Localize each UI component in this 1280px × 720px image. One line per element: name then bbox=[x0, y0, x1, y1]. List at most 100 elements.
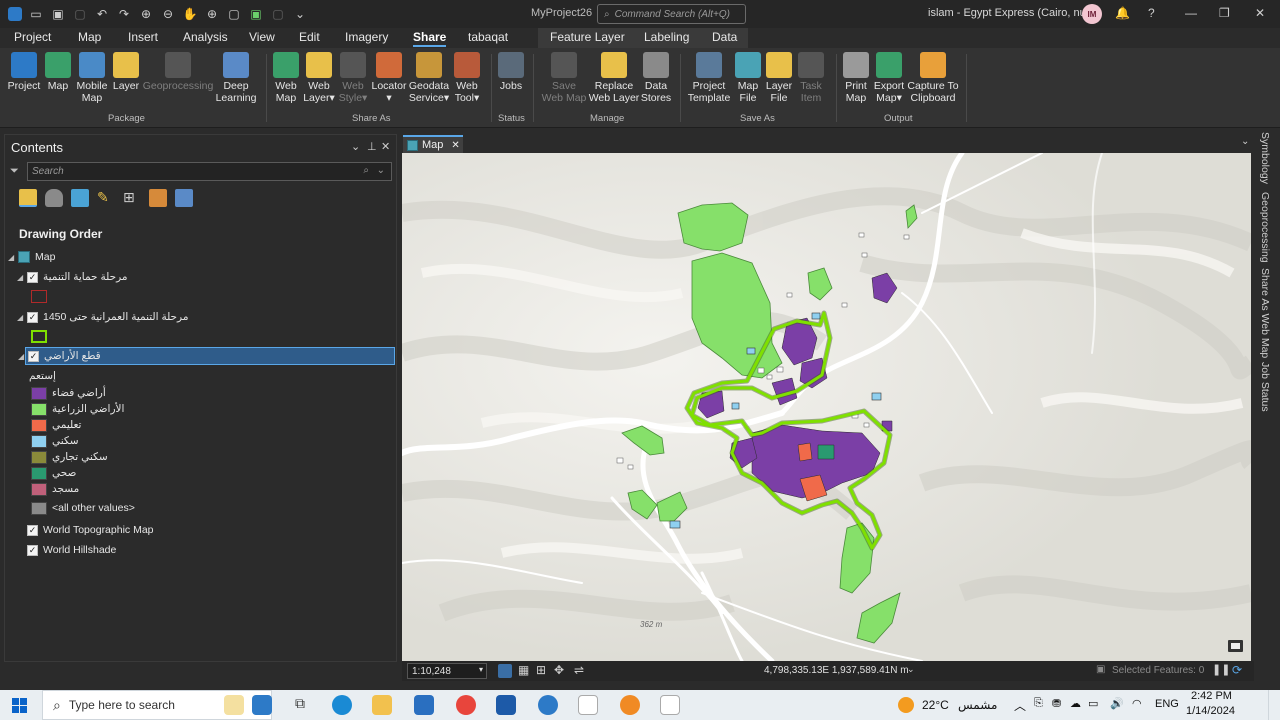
restore-icon[interactable]: ❐ bbox=[1219, 6, 1230, 20]
side-tab-job-status[interactable]: Job Status bbox=[1259, 362, 1271, 412]
clear-selection-icon[interactable]: ▢ bbox=[270, 6, 286, 22]
map-graphic[interactable]: 362 m bbox=[402, 153, 1251, 661]
app-icon[interactable] bbox=[660, 695, 680, 715]
close-tab-icon[interactable]: ✕ bbox=[451, 140, 459, 151]
notifications-icon[interactable]: 🔔 bbox=[1115, 6, 1130, 20]
zoom-full-icon[interactable]: ⊕ bbox=[204, 6, 220, 22]
grid-icon[interactable]: ▦ bbox=[518, 663, 529, 677]
tray-app-icon[interactable]: ⎘ bbox=[1034, 697, 1043, 710]
tab-project[interactable]: Project bbox=[14, 30, 51, 44]
weather-sun-icon[interactable] bbox=[898, 697, 914, 713]
side-tab-share-as-web-map[interactable]: Share As Web Map bbox=[1259, 268, 1271, 358]
tab-view[interactable]: View bbox=[249, 30, 275, 44]
app-icon[interactable] bbox=[538, 695, 558, 715]
windows-start-icon[interactable] bbox=[12, 698, 27, 713]
app-icon[interactable] bbox=[578, 695, 598, 715]
ribbon-button-data-stores[interactable]: Data Stores bbox=[634, 52, 678, 104]
map-canvas[interactable]: 362 m bbox=[402, 153, 1251, 661]
file-explorer-app-icon[interactable] bbox=[372, 695, 392, 715]
minimize-icon[interactable]: — bbox=[1185, 6, 1197, 20]
arcgis-pro-icon[interactable] bbox=[8, 7, 22, 21]
clock-time[interactable]: 2:42 PM bbox=[1191, 690, 1232, 702]
tray-app-icon[interactable]: ⛃ bbox=[1052, 697, 1061, 710]
avatar[interactable]: IM bbox=[1082, 4, 1102, 24]
tab-labeling[interactable]: Labeling bbox=[644, 30, 689, 44]
app-icon[interactable] bbox=[496, 695, 516, 715]
tray-app-icon[interactable]: ☁ bbox=[1070, 697, 1081, 710]
tab-tabaqat[interactable]: tabaqat bbox=[468, 30, 508, 44]
tab-feature-layer[interactable]: Feature Layer bbox=[550, 30, 625, 44]
battery-icon[interactable]: ▭ bbox=[1088, 697, 1098, 710]
legend-swatch[interactable] bbox=[31, 435, 47, 448]
layer-row[interactable]: ✓ World Hillshade bbox=[5, 541, 396, 559]
edge-app-icon[interactable] bbox=[332, 695, 352, 715]
search-app-icon[interactable] bbox=[620, 695, 640, 715]
contents-search-input[interactable]: Search ⌕ ⌄ bbox=[27, 162, 392, 181]
redo-icon[interactable]: ↷ bbox=[116, 6, 132, 22]
coordinate-format-chevron-icon[interactable]: ⌄ bbox=[907, 664, 915, 675]
legend-swatch[interactable] bbox=[31, 403, 47, 416]
layer-visibility-checkbox[interactable]: ✓ bbox=[27, 271, 38, 283]
list-by-editing-icon[interactable]: ✎ bbox=[97, 189, 115, 207]
ribbon-button-replace-web-layer[interactable]: Replace Web Layer bbox=[589, 52, 639, 104]
tab-analysis[interactable]: Analysis bbox=[183, 30, 228, 44]
ribbon-button-jobs[interactable]: Jobs bbox=[489, 52, 533, 92]
pan-icon[interactable]: ✋ bbox=[182, 6, 198, 22]
notepad-app-icon[interactable] bbox=[224, 695, 244, 715]
map-scale-dropdown[interactable]: 1:10,248 ▾ bbox=[407, 663, 487, 679]
ribbon-button-project-template[interactable]: Project Template bbox=[687, 52, 731, 104]
view-options-icon[interactable]: ⌄ bbox=[1241, 136, 1249, 147]
layer-visibility-checkbox[interactable]: ✓ bbox=[28, 350, 39, 362]
list-by-perspective-icon[interactable] bbox=[175, 189, 193, 207]
side-tab-symbology[interactable]: Symbology bbox=[1259, 132, 1271, 184]
collapse-arrow-icon[interactable]: ◢ bbox=[17, 273, 23, 282]
clock-date[interactable]: 1/14/2024 bbox=[1186, 705, 1235, 717]
pane-options-icon[interactable]: ⌄ bbox=[351, 140, 360, 153]
legend-swatch[interactable] bbox=[31, 387, 47, 400]
search-options-icon[interactable]: ⌄ bbox=[377, 165, 385, 176]
wifi-icon[interactable]: ◠ bbox=[1132, 697, 1142, 710]
undo-icon[interactable]: ↶ bbox=[94, 6, 110, 22]
map-view-tab[interactable]: Map ✕ bbox=[403, 135, 463, 153]
tab-map[interactable]: Map bbox=[78, 30, 101, 44]
show-desktop-button[interactable] bbox=[1268, 690, 1280, 720]
close-pane-icon[interactable]: ✕ bbox=[381, 140, 390, 153]
tray-chevron-icon[interactable]: ︿ bbox=[1014, 697, 1026, 714]
layer-symbol-swatch[interactable] bbox=[31, 290, 47, 303]
customize-qat-icon[interactable]: ⌄ bbox=[292, 6, 308, 22]
arcgis-app-icon[interactable] bbox=[252, 695, 272, 715]
list-by-labeling-icon[interactable] bbox=[149, 189, 167, 207]
open-project-icon[interactable]: ▭ bbox=[28, 6, 44, 22]
layer-visibility-checkbox[interactable]: ✓ bbox=[27, 524, 38, 536]
help-icon[interactable]: ? bbox=[1148, 6, 1155, 20]
task-view-icon[interactable]: ⧉ bbox=[290, 695, 310, 715]
legend-swatch[interactable] bbox=[31, 419, 47, 432]
layer-symbol-swatch[interactable] bbox=[31, 330, 47, 343]
collapse-arrow-icon[interactable]: ◢ bbox=[8, 253, 14, 262]
map-node[interactable]: ◢ Map bbox=[5, 248, 396, 266]
close-icon[interactable]: ✕ bbox=[1255, 6, 1265, 20]
tab-imagery[interactable]: Imagery bbox=[345, 30, 388, 44]
list-by-drawing-order-icon[interactable] bbox=[19, 189, 37, 207]
constraints-icon[interactable]: ✥ bbox=[554, 663, 564, 677]
list-by-selection-icon[interactable] bbox=[71, 189, 89, 207]
legend-swatch[interactable] bbox=[31, 502, 47, 515]
command-search-input[interactable]: ⌕ Command Search (Alt+Q) bbox=[597, 4, 746, 24]
collapse-arrow-icon[interactable]: ◢ bbox=[17, 313, 23, 322]
list-by-snapping-icon[interactable]: ⊞ bbox=[123, 189, 141, 207]
zoom-out-icon[interactable]: ⊖ bbox=[160, 6, 176, 22]
map-overview-icon[interactable] bbox=[1228, 640, 1243, 652]
refresh-icon[interactable]: ⟳ bbox=[1232, 663, 1242, 677]
tab-data[interactable]: Data bbox=[712, 30, 737, 44]
select-icon[interactable]: ▣ bbox=[248, 6, 264, 22]
navigation-tool-icon[interactable] bbox=[498, 664, 512, 678]
layer-row[interactable]: ◢ ✓ مرحلة التنمية العمرانية حتى 1450 bbox=[5, 308, 396, 326]
volume-icon[interactable]: 🔊 bbox=[1110, 697, 1124, 710]
layer-row[interactable]: ◢ ✓ مرحلة حماية التنمية bbox=[5, 268, 396, 286]
snapping-icon[interactable]: ⊞ bbox=[536, 663, 546, 677]
pause-icon[interactable]: ❚❚ bbox=[1212, 663, 1230, 676]
full-extent-icon[interactable]: ▢ bbox=[226, 6, 242, 22]
pause-drawing-icon[interactable]: ⇌ bbox=[574, 663, 584, 677]
collapse-arrow-icon[interactable]: ◢ bbox=[18, 352, 24, 361]
zoom-in-icon[interactable]: ⊕ bbox=[138, 6, 154, 22]
